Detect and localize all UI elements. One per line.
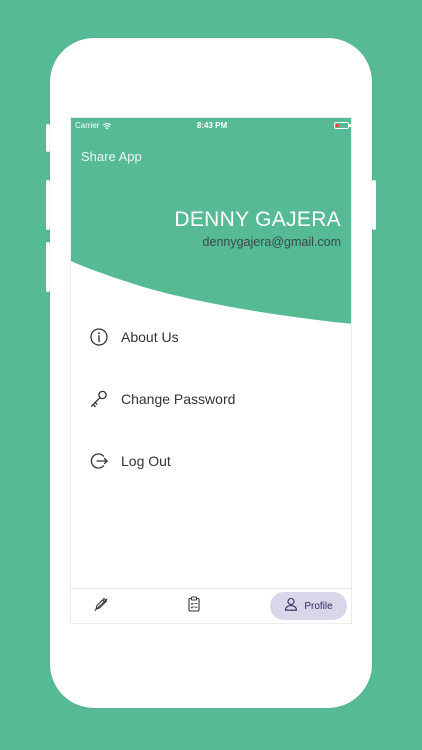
app-screen: Carrier 8:43 PM Share App DENNY GAJERA d… <box>70 117 352 624</box>
tab-edit[interactable] <box>81 592 121 620</box>
battery-icon <box>334 122 351 129</box>
status-time: 8:43 PM <box>196 121 228 130</box>
tab-tasks[interactable] <box>174 592 214 620</box>
logout-icon <box>89 451 109 471</box>
tab-profile[interactable]: Profile <box>270 592 347 620</box>
profile-user-email: dennygajera@gmail.com <box>202 235 341 249</box>
key-icon <box>89 389 109 409</box>
share-app-button[interactable]: Share App <box>81 149 142 164</box>
tab-profile-label: Profile <box>304 600 333 612</box>
profile-user-icon <box>284 597 298 616</box>
info-circle-icon <box>89 327 109 347</box>
phone-power-button <box>372 180 376 230</box>
clipboard-checklist-icon <box>187 596 201 617</box>
status-bar: Carrier 8:43 PM <box>71 118 351 134</box>
menu-item-about-us[interactable]: About Us <box>71 317 351 357</box>
menu-item-log-out[interactable]: Log Out <box>71 441 351 481</box>
battery-level <box>336 124 339 127</box>
menu-item-label: Change Password <box>121 391 236 407</box>
menu-item-label: Log Out <box>121 453 171 469</box>
app-store-screenshot: Carrier 8:43 PM Share App DENNY GAJERA d… <box>0 0 422 750</box>
edit-pencil-icon <box>93 596 109 617</box>
profile-user-name: DENNY GAJERA <box>174 208 341 231</box>
menu-item-label: About Us <box>121 329 179 345</box>
bottom-tab-bar: Profile <box>71 588 351 623</box>
phone-home-indicator <box>193 705 233 708</box>
menu-item-change-password[interactable]: Change Password <box>71 379 351 419</box>
